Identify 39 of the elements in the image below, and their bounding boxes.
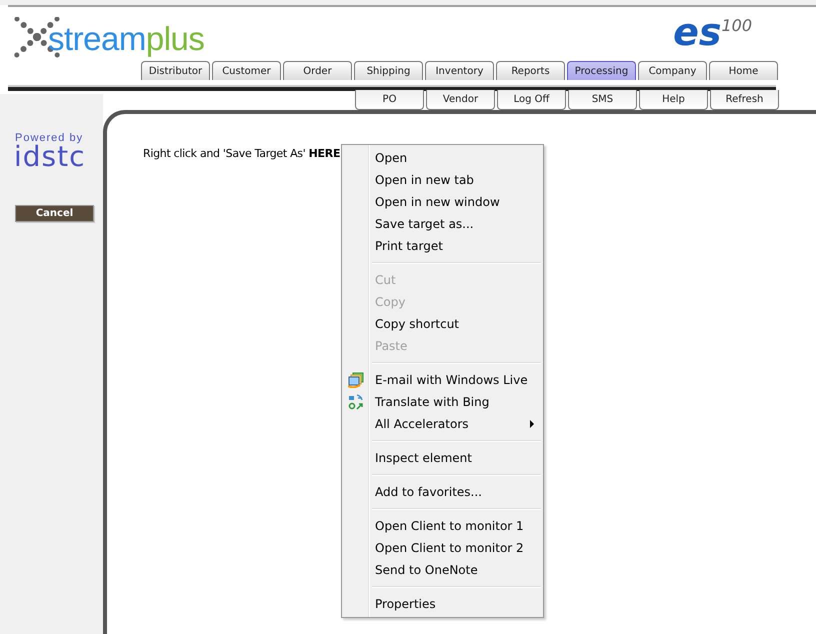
nav-tab[interactable]: Shipping [354, 61, 423, 80]
nav-tab[interactable]: Processing [567, 61, 636, 80]
mail-window-icon [348, 372, 364, 388]
menu-item[interactable]: All Accelerators [342, 413, 543, 435]
menu-item[interactable]: Open Client to monitor 1 [342, 515, 543, 537]
nav-button[interactable]: Refresh [710, 90, 779, 110]
translate-icon [348, 394, 364, 410]
nav-button[interactable]: PO [355, 90, 424, 110]
menu-item[interactable]: Save target as... [342, 213, 543, 235]
nav-tab[interactable]: Reports [496, 61, 565, 80]
menu-item[interactable]: E-mail with Windows Live [342, 369, 543, 391]
nav-tab[interactable]: Distributor [141, 61, 210, 80]
nav-tab[interactable]: Order [283, 61, 352, 80]
streamplus-logo: streamplus [48, 22, 204, 54]
nav-button[interactable]: SMS [568, 90, 637, 110]
powered-by-label: Powered by [15, 132, 84, 144]
nav-tab[interactable]: Inventory [425, 61, 494, 80]
menu-item[interactable]: Open in new window [342, 191, 543, 213]
nav-tab[interactable]: Company [638, 61, 707, 80]
idstc-logo: idstc [14, 144, 86, 170]
cancel-button[interactable]: Cancel [15, 205, 94, 222]
menu-item[interactable]: Send to OneNote [342, 559, 543, 581]
nav-button[interactable]: Log Off [497, 90, 566, 110]
es-logo: es$^{100}$ [673, 13, 752, 51]
nav-tab[interactable]: Customer [212, 61, 281, 80]
menu-item[interactable]: Open in new tab [342, 169, 543, 191]
menu-item[interactable]: Open [342, 147, 543, 169]
instruction-text: Right click and 'Save Target As' HERE [143, 147, 340, 160]
nav-button[interactable]: Help [639, 90, 708, 110]
menu-item[interactable]: Translate with Bing [342, 391, 543, 413]
nav-tab[interactable]: Home [709, 61, 778, 80]
menu-item[interactable]: Inspect element [342, 447, 543, 469]
menu-item[interactable]: Open Client to monitor 2 [342, 537, 543, 559]
menu-item[interactable]: Copy shortcut [342, 313, 543, 335]
menu-item[interactable]: Properties [342, 593, 543, 615]
menu-item[interactable]: Add to favorites... [342, 481, 543, 503]
nav-button[interactable]: Vendor [426, 90, 495, 110]
menu-item[interactable]: Print target [342, 235, 543, 257]
submenu-arrow-icon [530, 420, 534, 428]
